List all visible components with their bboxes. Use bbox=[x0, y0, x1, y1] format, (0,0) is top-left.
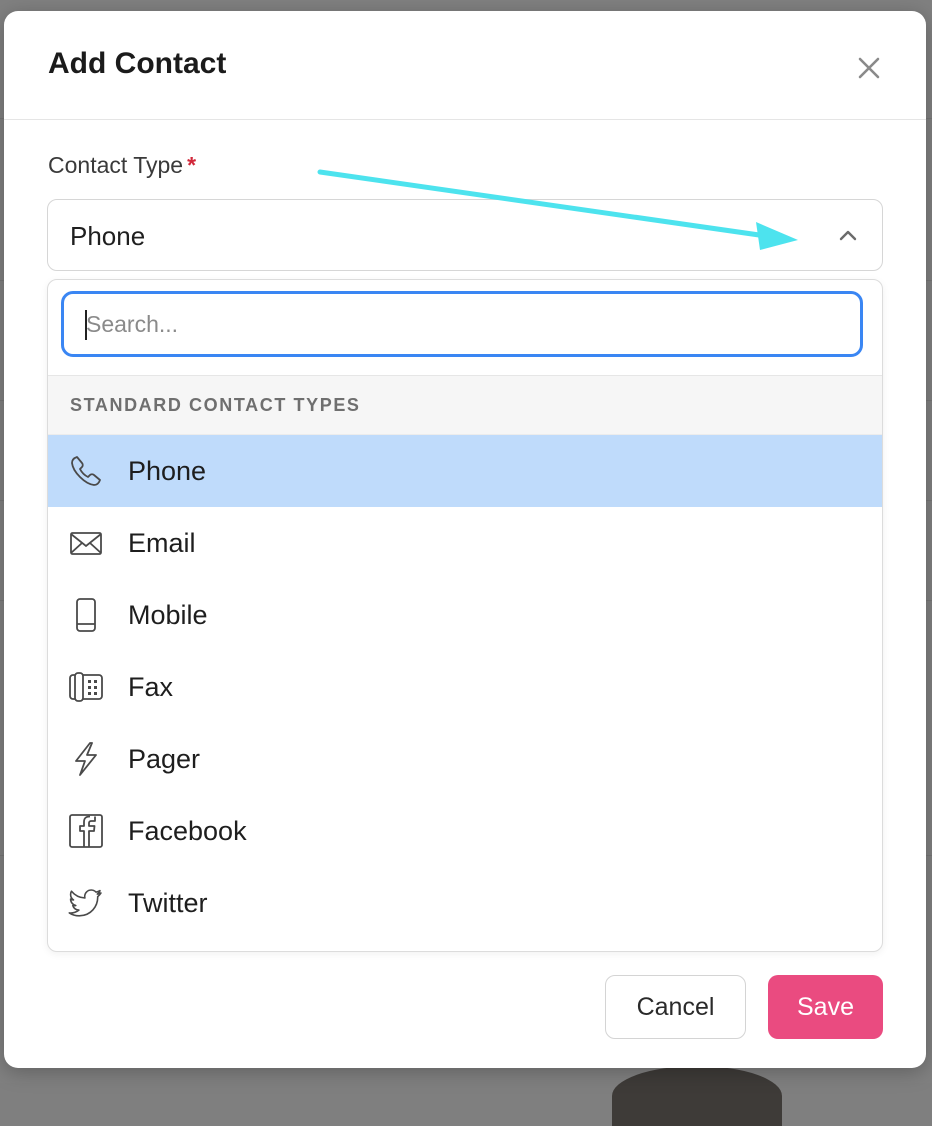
option-label: Twitter bbox=[128, 888, 208, 918]
option-fax[interactable]: Fax bbox=[48, 651, 882, 723]
option-phone[interactable]: Phone bbox=[48, 435, 882, 507]
contact-type-label-text: Contact Type bbox=[48, 152, 184, 178]
phone-icon bbox=[71, 456, 101, 486]
save-button[interactable]: Save bbox=[768, 975, 883, 1039]
search-input[interactable] bbox=[61, 291, 863, 357]
contact-type-dropdown: STANDARD CONTACT TYPES Phone Email Mobil… bbox=[47, 279, 883, 952]
modal-header: Add Contact bbox=[4, 11, 926, 120]
mobile-icon bbox=[76, 598, 96, 632]
cancel-button[interactable]: Cancel bbox=[605, 975, 746, 1039]
option-twitter[interactable]: Twitter bbox=[48, 867, 882, 939]
option-label: Email bbox=[128, 528, 196, 558]
option-email[interactable]: Email bbox=[48, 507, 882, 579]
option-label: Mobile bbox=[128, 600, 208, 630]
text-caret bbox=[85, 310, 87, 340]
search-area bbox=[48, 280, 882, 376]
option-label: Facebook bbox=[128, 816, 247, 846]
background-avatar bbox=[612, 1066, 782, 1126]
lightning-icon bbox=[75, 742, 97, 776]
option-label: Fax bbox=[128, 672, 174, 702]
modal-title: Add Contact bbox=[48, 47, 227, 80]
required-marker: * bbox=[187, 152, 197, 178]
envelope-icon bbox=[70, 532, 102, 555]
facebook-icon bbox=[69, 814, 103, 848]
option-label: Phone bbox=[128, 456, 207, 486]
contact-type-select[interactable]: Phone bbox=[47, 199, 883, 271]
option-label: Pager bbox=[128, 744, 201, 774]
close-icon bbox=[858, 57, 880, 79]
contact-type-label: Contact Type * bbox=[48, 152, 196, 179]
twitter-icon bbox=[68, 889, 102, 917]
chevron-up-icon bbox=[839, 230, 857, 241]
option-facebook[interactable]: Facebook bbox=[48, 795, 882, 867]
selected-contact-type: Phone bbox=[70, 221, 146, 251]
option-mobile[interactable]: Mobile bbox=[48, 579, 882, 651]
fax-icon bbox=[69, 672, 103, 702]
group-header-label: STANDARD CONTACT TYPES bbox=[70, 395, 361, 415]
option-pager[interactable]: Pager bbox=[48, 723, 882, 795]
close-button[interactable] bbox=[850, 49, 888, 87]
group-header: STANDARD CONTACT TYPES bbox=[48, 376, 882, 435]
add-contact-modal: Add Contact Contact Type* Phone STANDARD… bbox=[4, 11, 926, 1068]
